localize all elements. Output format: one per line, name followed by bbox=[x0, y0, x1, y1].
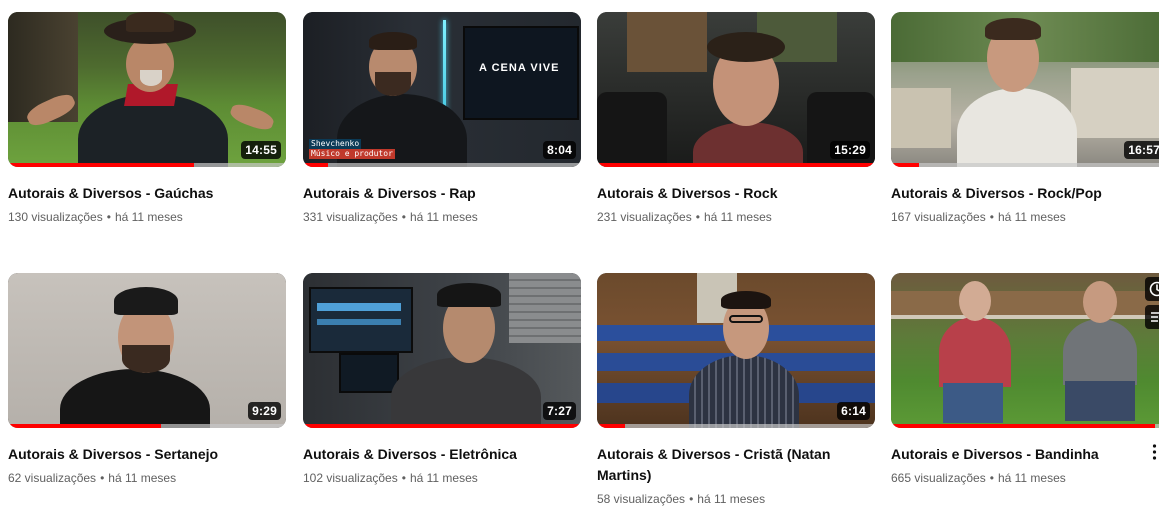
upload-age: há 11 meses bbox=[703, 210, 772, 224]
watch-progress-track bbox=[891, 424, 1159, 428]
meta-separator: • bbox=[401, 210, 406, 224]
view-count: 58 visualizações bbox=[597, 492, 686, 506]
video-meta: 102 visualizações • há 11 meses bbox=[303, 470, 581, 486]
duration-badge: 7:27 bbox=[543, 402, 576, 420]
video-title[interactable]: Autorais & Diversos - Eletrônica bbox=[303, 444, 553, 465]
more-options-icon[interactable] bbox=[1150, 442, 1159, 462]
upload-age: há 11 meses bbox=[997, 471, 1066, 485]
watch-progress-track bbox=[303, 424, 581, 428]
video-meta: 665 visualizações • há 11 meses bbox=[891, 470, 1159, 486]
video-meta: 231 visualizações • há 11 meses bbox=[597, 209, 875, 225]
meta-separator: • bbox=[100, 471, 105, 485]
video-title[interactable]: Autorais e Diversos - Bandinha bbox=[891, 444, 1141, 465]
duration-badge: 9:29 bbox=[248, 402, 281, 420]
video-grid: 14:55 Autorais & Diversos - Gaúchas 130 … bbox=[8, 12, 1159, 507]
overlay-name: Shevchenko bbox=[309, 139, 362, 149]
meta-separator: • bbox=[401, 471, 406, 485]
video-thumbnail[interactable]: 15:29 bbox=[597, 12, 875, 167]
video-card[interactable]: 6:14 Autorais & Diversos - Cristã (Natan… bbox=[597, 273, 875, 507]
watch-progress-bar bbox=[891, 163, 919, 167]
meta-separator: • bbox=[689, 492, 694, 506]
watch-progress-track bbox=[8, 424, 286, 428]
view-count: 130 visualizações bbox=[8, 210, 103, 224]
view-count: 62 visualizações bbox=[8, 471, 97, 485]
watch-progress-bar bbox=[597, 163, 875, 167]
watch-progress-track bbox=[8, 163, 286, 167]
upload-age: há 11 meses bbox=[409, 210, 478, 224]
watch-progress-bar bbox=[8, 424, 161, 428]
video-thumbnail[interactable]: 14:55 bbox=[8, 12, 286, 167]
watch-progress-bar bbox=[891, 424, 1156, 428]
upload-age: há 11 meses bbox=[114, 210, 183, 224]
video-meta: 167 visualizações • há 11 meses bbox=[891, 209, 1159, 225]
watch-progress-bar bbox=[597, 424, 625, 428]
upload-age: há 11 meses bbox=[108, 471, 177, 485]
video-card[interactable]: 14:55 Autorais & Diversos - Gaúchas 130 … bbox=[8, 12, 286, 225]
duration-badge: 16:57 bbox=[1124, 141, 1159, 159]
video-thumbnail[interactable]: A CENA VIVE Shevchenko Músico e produtor… bbox=[303, 12, 581, 167]
video-thumbnail[interactable]: 9:29 bbox=[8, 273, 286, 428]
view-count: 331 visualizações bbox=[303, 210, 398, 224]
overlay-role: Músico e produtor bbox=[309, 149, 395, 159]
upload-age: há 11 meses bbox=[409, 471, 478, 485]
name-overlay: Shevchenko Músico e produtor bbox=[309, 139, 395, 159]
meta-separator: • bbox=[989, 471, 994, 485]
add-to-queue-icon[interactable] bbox=[1145, 305, 1159, 329]
video-meta: 62 visualizações • há 11 meses bbox=[8, 470, 286, 486]
duration-badge: 8:04 bbox=[543, 141, 576, 159]
video-card[interactable]: A CENA VIVE Shevchenko Músico e produtor… bbox=[303, 12, 581, 225]
upload-age: há 11 meses bbox=[697, 492, 766, 506]
video-title[interactable]: Autorais & Diversos - Rock/Pop bbox=[891, 183, 1141, 204]
view-count: 231 visualizações bbox=[597, 210, 692, 224]
watch-progress-bar bbox=[8, 163, 195, 167]
duration-badge: 14:55 bbox=[241, 141, 281, 159]
video-thumbnail[interactable]: 7:27 bbox=[303, 273, 581, 428]
video-card[interactable]: Autorais e Diversos - Bandinha 665 visua… bbox=[891, 273, 1159, 486]
watch-later-icon[interactable] bbox=[1145, 277, 1159, 301]
video-meta: 130 visualizações • há 11 meses bbox=[8, 209, 286, 225]
watch-progress-track bbox=[597, 163, 875, 167]
screen-text: A CENA VIVE bbox=[479, 62, 560, 74]
video-card[interactable]: 16:57 Autorais & Diversos - Rock/Pop 167… bbox=[891, 12, 1159, 225]
duration-badge: 6:14 bbox=[837, 402, 870, 420]
view-count: 102 visualizações bbox=[303, 471, 398, 485]
video-title[interactable]: Autorais & Diversos - Sertanejo bbox=[8, 444, 258, 465]
upload-age: há 11 meses bbox=[997, 210, 1066, 224]
video-card[interactable]: 9:29 Autorais & Diversos - Sertanejo 62 … bbox=[8, 273, 286, 486]
video-title[interactable]: Autorais & Diversos - Cristã (Natan Mart… bbox=[597, 444, 847, 486]
video-title[interactable]: Autorais & Diversos - Rap bbox=[303, 183, 553, 204]
video-thumbnail[interactable]: 6:14 bbox=[597, 273, 875, 428]
view-count: 167 visualizações bbox=[891, 210, 986, 224]
watch-progress-bar bbox=[303, 163, 329, 167]
watch-progress-track bbox=[303, 163, 581, 167]
watch-progress-track bbox=[597, 424, 875, 428]
watch-progress-bar bbox=[303, 424, 581, 428]
meta-separator: • bbox=[695, 210, 700, 224]
video-thumbnail[interactable] bbox=[891, 273, 1159, 428]
video-meta: 331 visualizações • há 11 meses bbox=[303, 209, 581, 225]
meta-separator: • bbox=[106, 210, 111, 224]
video-title[interactable]: Autorais & Diversos - Rock bbox=[597, 183, 847, 204]
video-meta: 58 visualizações • há 11 meses bbox=[597, 491, 875, 507]
meta-separator: • bbox=[989, 210, 994, 224]
video-card[interactable]: 7:27 Autorais & Diversos - Eletrônica 10… bbox=[303, 273, 581, 486]
video-title[interactable]: Autorais & Diversos - Gaúchas bbox=[8, 183, 258, 204]
video-thumbnail[interactable]: 16:57 bbox=[891, 12, 1159, 167]
hover-actions bbox=[1145, 277, 1159, 333]
duration-badge: 15:29 bbox=[830, 141, 870, 159]
watch-progress-track bbox=[891, 163, 1159, 167]
video-card[interactable]: 15:29 Autorais & Diversos - Rock 231 vis… bbox=[597, 12, 875, 225]
view-count: 665 visualizações bbox=[891, 471, 986, 485]
